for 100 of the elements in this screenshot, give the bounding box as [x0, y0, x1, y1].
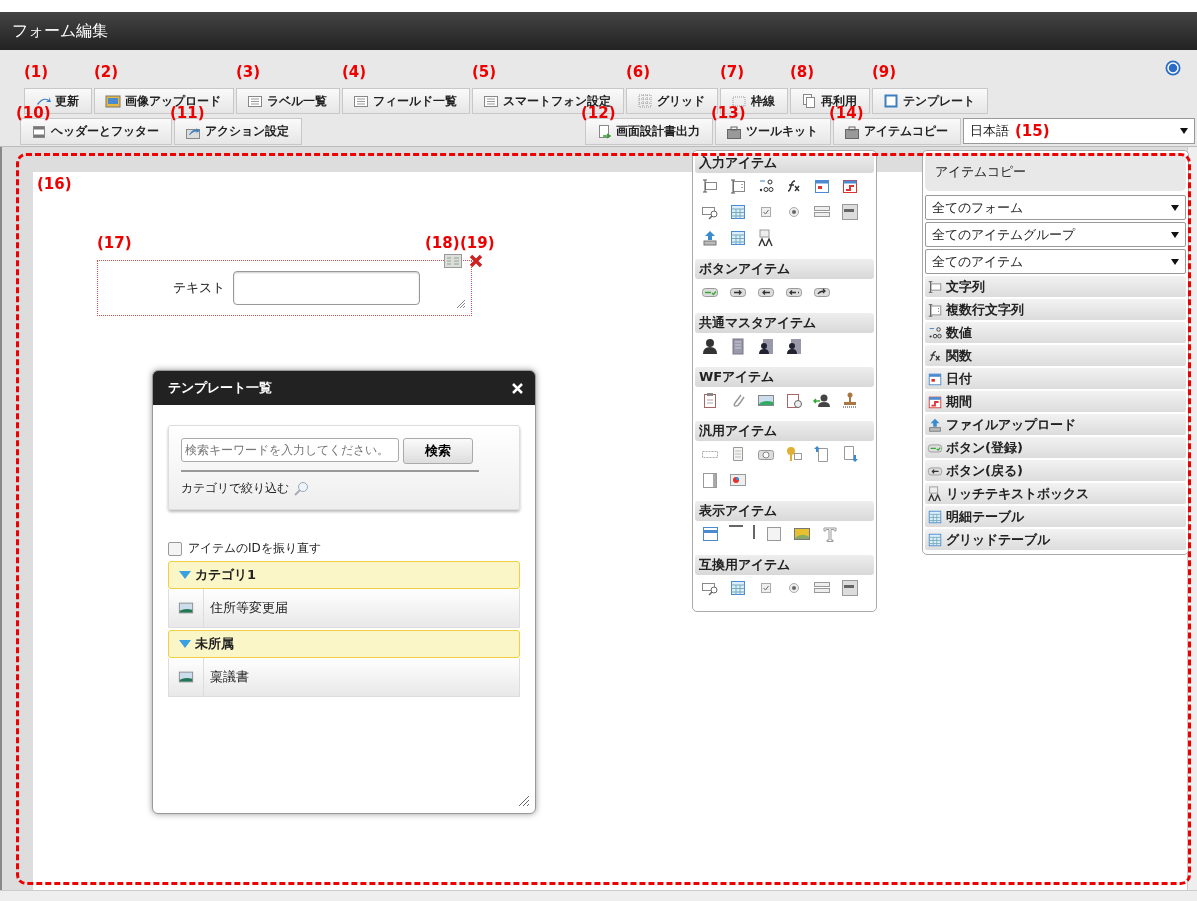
period-icon: [927, 393, 943, 410]
language-select[interactable]: 日本語 (15): [963, 118, 1195, 144]
vertical-line-icon: [753, 525, 755, 539]
help-icon: [1165, 60, 1181, 76]
callout-number: (3): [236, 63, 261, 81]
filter-select[interactable]: 全てのフォーム: [925, 195, 1186, 220]
callout-number: (2): [94, 63, 119, 81]
header-bar-icon: [701, 525, 719, 543]
category-header[interactable]: 未所属: [168, 630, 520, 658]
listbox-icon: [841, 203, 859, 221]
grid-icon: [637, 93, 653, 109]
callout-number: (5): [472, 63, 497, 81]
section-header: 互換用アイテム: [695, 555, 874, 575]
item-row[interactable]: ボタン(戻る): [925, 460, 1186, 481]
item-row[interactable]: 日付: [925, 368, 1186, 389]
select-value: 全てのフォーム: [932, 198, 1023, 217]
template-icon: [883, 93, 899, 109]
image-upload-icon: [105, 93, 121, 109]
table-icon: [729, 203, 747, 221]
listbox-icon: [841, 579, 859, 597]
item-label: 日付: [946, 369, 972, 388]
text-field-icon: [927, 278, 943, 295]
section-header: ボタンアイテム: [695, 259, 874, 279]
template-name: 住所等変更届: [209, 599, 288, 617]
text-field-icon: [701, 177, 719, 195]
resize-grip-icon: [519, 796, 529, 806]
item-label: 関数: [946, 346, 972, 365]
list-icon: [353, 93, 369, 109]
callout-number: (1): [24, 63, 49, 81]
toolbar-button[interactable]: テンプレート: [872, 88, 988, 114]
field-label: テキスト: [173, 279, 225, 297]
item-label: グリッドテーブル: [946, 530, 1050, 549]
user-icon: [701, 337, 719, 355]
caret-icon: [1171, 258, 1179, 265]
picture-icon: [793, 525, 811, 543]
clipboard-clock-icon: [785, 391, 803, 409]
text-input[interactable]: [233, 271, 420, 305]
upload-icon: [927, 416, 943, 433]
search-field[interactable]: 検索キーワードを入力してください。: [181, 438, 399, 462]
key-icon: [785, 445, 803, 463]
template-row[interactable]: 稟議書: [168, 658, 520, 697]
item-row[interactable]: リッチテキストボックス: [925, 483, 1186, 504]
rich-text-icon: [927, 485, 943, 502]
category-header[interactable]: カテゴリ1: [168, 561, 520, 589]
item-label: リッチテキストボックス: [946, 484, 1089, 503]
panel-title: アイテムコピー: [925, 153, 1186, 191]
toolbar-button[interactable]: ラベル一覧: [236, 88, 340, 114]
item-row[interactable]: グリッドテーブル: [925, 529, 1186, 550]
period-icon: [841, 177, 859, 195]
chart-icon: [729, 471, 747, 489]
item-label: 複数行文字列: [946, 300, 1024, 319]
item-row[interactable]: 期間: [925, 391, 1186, 412]
search-button[interactable]: 検索: [403, 438, 473, 464]
item-label: ファイルアップロード: [946, 415, 1076, 434]
filter-select[interactable]: 全てのアイテムグループ: [925, 222, 1186, 247]
template-row[interactable]: 住所等変更届: [168, 589, 520, 628]
textarea-icon: [729, 177, 747, 195]
template-image-icon: [178, 669, 194, 685]
magnifier-icon: [293, 480, 309, 497]
language-value: 日本語: [970, 122, 1009, 140]
file-down-icon: [841, 445, 859, 463]
item-row[interactable]: 明細テーブル: [925, 506, 1186, 527]
file-up-icon: [813, 445, 831, 463]
item-label: ボタン(登録): [946, 438, 1023, 457]
textarea-icon: [927, 301, 943, 318]
delete-icon: [469, 254, 483, 268]
checkbox[interactable]: [168, 541, 182, 556]
blank-box-icon: [765, 525, 783, 543]
horizontal-line-icon: [729, 525, 743, 527]
filter-link[interactable]: カテゴリで絞り込む: [181, 480, 289, 497]
item-row[interactable]: ファイルアップロード: [925, 414, 1186, 435]
user-building-icon: [757, 337, 775, 355]
select-value: 全てのアイテムグループ: [932, 225, 1075, 244]
item-row[interactable]: 関数: [925, 345, 1186, 366]
section-header: WFアイテム: [695, 367, 874, 387]
item-label: 数値: [946, 323, 972, 342]
document-export-icon: [596, 123, 612, 140]
callout-number: (4): [342, 63, 367, 81]
upload-icon: [701, 229, 719, 247]
callout-number: (17): [97, 234, 132, 252]
category-name: カテゴリ1: [195, 566, 257, 584]
filter-select[interactable]: 全てのアイテム: [925, 249, 1186, 274]
checkbox-label: アイテムのIDを振り直す: [188, 540, 321, 557]
pages-icon: [801, 93, 817, 109]
callout-number: (15): [1015, 122, 1050, 140]
toolbox-icon: [844, 123, 860, 140]
toolbar-button[interactable]: フィールド一覧: [342, 88, 470, 114]
callout-number: (7): [720, 63, 745, 81]
item-row[interactable]: ボタン(登録): [925, 437, 1186, 458]
caret-icon: [1180, 128, 1188, 134]
select-value: 全てのアイテム: [932, 252, 1023, 271]
section-header: 汎用アイテム: [695, 421, 874, 441]
grid-settings-icon: [444, 254, 462, 268]
category-name: 未所属: [195, 635, 234, 653]
template-image-icon: [178, 600, 194, 616]
item-row[interactable]: 文字列: [925, 276, 1186, 297]
scrollbar[interactable]: [0, 890, 1197, 901]
item-label: ボタン(戻る): [946, 461, 1023, 480]
item-row[interactable]: 複数行文字列: [925, 299, 1186, 320]
item-row[interactable]: 数値: [925, 322, 1186, 343]
